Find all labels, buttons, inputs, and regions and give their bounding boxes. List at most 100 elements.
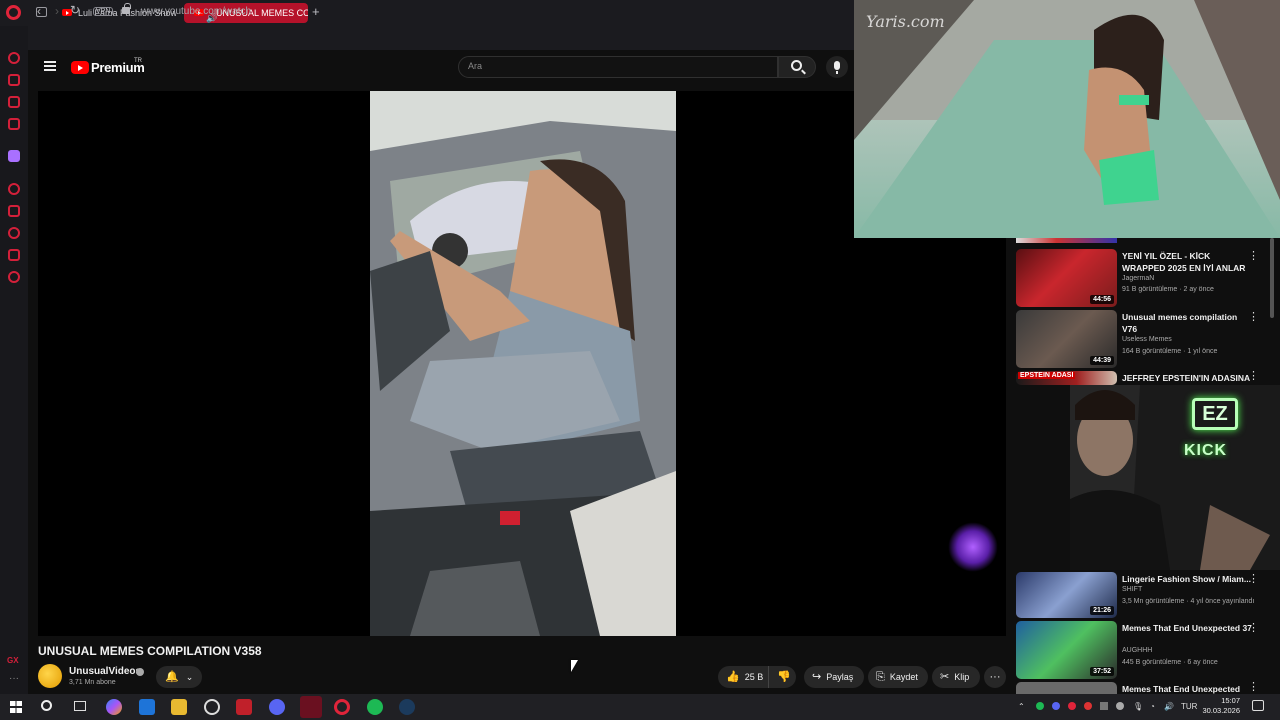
related-title[interactable]: JEFFREY EPSTEIN'IN ADASINA: [1122, 372, 1252, 384]
duration-badge: 44:56: [1090, 295, 1114, 304]
related-channel[interactable]: SHIFT: [1122, 586, 1142, 593]
video-frame[interactable]: [370, 91, 676, 636]
partial-thumbnail[interactable]: [1016, 238, 1117, 243]
channel-avatar[interactable]: [38, 664, 62, 688]
video-thumbnail[interactable]: [1016, 682, 1117, 694]
app-icon[interactable]: [139, 699, 155, 715]
verified-icon: [136, 668, 144, 676]
new-tab-button[interactable]: +: [312, 4, 320, 19]
channel-name[interactable]: UnusualVideos: [69, 666, 141, 677]
back-button[interactable]: ‹: [37, 4, 41, 18]
related-title[interactable]: Unusual memes compilation V76: [1122, 311, 1252, 335]
clip-button[interactable]: ✂ Klip: [932, 666, 980, 688]
more-options-icon[interactable]: ⋮: [1248, 251, 1259, 262]
copilot-icon[interactable]: [106, 699, 122, 715]
sidebar-messenger-icon[interactable]: [8, 96, 20, 108]
discord-tray-icon[interactable]: [1052, 702, 1060, 710]
sidebar-extensions-icon[interactable]: [8, 249, 20, 261]
related-title[interactable]: YENİ YIL ÖZEL - KİCK WRAPPED 2025 EN İYİ…: [1122, 250, 1252, 274]
taskbar-clock[interactable]: 15:07 30.03.2026: [1200, 696, 1240, 716]
voicemeeter-icon[interactable]: [236, 699, 252, 715]
tray-chevron-icon[interactable]: ⌃: [1018, 702, 1025, 711]
search-icon[interactable]: [791, 60, 802, 71]
video-thumbnail[interactable]: 21:26: [1016, 572, 1117, 618]
lock-icon[interactable]: [122, 3, 131, 14]
tray-icon[interactable]: [1100, 702, 1108, 710]
url-field[interactable]: www.youtube.com/watch: [141, 6, 251, 17]
more-actions-button[interactable]: ···: [984, 666, 1006, 688]
save-button[interactable]: ⎘ Kaydet: [868, 666, 928, 688]
microphone-tray-icon[interactable]: 🎙: [1133, 702, 1143, 711]
scissors-icon: ✂: [940, 671, 950, 683]
search-input[interactable]: [458, 56, 778, 78]
sidebar-twitch-icon[interactable]: [8, 150, 20, 162]
video-frame-art: [370, 91, 676, 636]
duration-badge: 44:39: [1090, 356, 1114, 365]
related-title[interactable]: Memes That End Unexpected: [1122, 683, 1252, 694]
related-item[interactable]: 44:56 YENİ YIL ÖZEL - KİCK WRAPPED 2025 …: [1016, 249, 1274, 309]
steam-icon[interactable]: [399, 699, 415, 715]
video-thumbnail[interactable]: 44:39: [1016, 310, 1117, 368]
related-channel[interactable]: AUGHHH: [1122, 647, 1152, 654]
search-icon[interactable]: [41, 700, 52, 711]
webcam-art: [1070, 385, 1280, 570]
sidebar-more-icon[interactable]: ···: [9, 673, 19, 684]
opera-logo-icon[interactable]: [6, 5, 21, 20]
related-item[interactable]: 37:52 Memes That End Unexpected 37 AUGHH…: [1016, 621, 1274, 681]
like-button[interactable]: 👍 25 B: [718, 666, 768, 688]
more-options-icon[interactable]: ⋮: [1248, 371, 1259, 382]
discord-icon[interactable]: [269, 699, 285, 715]
sidebar-settings-icon[interactable]: [8, 271, 20, 283]
webcam-overlay: [1070, 385, 1280, 570]
related-channel[interactable]: JagermaN: [1122, 275, 1154, 282]
microphone-icon[interactable]: [826, 56, 848, 78]
duration-badge: 37:52: [1090, 667, 1114, 676]
vpn-badge[interactable]: VPN: [93, 7, 114, 16]
volume-icon[interactable]: 🔊: [1164, 702, 1174, 711]
language-indicator[interactable]: TUR: [1181, 702, 1197, 711]
notification-bell-button[interactable]: 🔔 ⌄: [156, 666, 202, 688]
video-thumbnail[interactable]: EPSTEIN ADASI: [1016, 371, 1117, 385]
more-options-icon[interactable]: ⋮: [1248, 682, 1259, 693]
related-channel[interactable]: Useless Memes: [1122, 336, 1172, 343]
related-item[interactable]: EPSTEIN ADASI JEFFREY EPSTEIN'IN ADASINA…: [1016, 371, 1274, 385]
tray-icon[interactable]: [1084, 702, 1092, 710]
network-icon[interactable]: ◔: [1150, 702, 1155, 711]
related-meta: 164 B görüntüleme · 1 yıl önce: [1122, 348, 1218, 355]
tray-icon[interactable]: [1116, 702, 1124, 710]
related-item[interactable]: 44:39 Unusual memes compilation V76 Usel…: [1016, 310, 1274, 370]
more-options-icon[interactable]: ⋮: [1248, 623, 1259, 634]
more-options-icon[interactable]: ⋮: [1248, 574, 1259, 585]
spotify-tray-icon[interactable]: [1036, 702, 1044, 710]
file-explorer-icon[interactable]: [171, 699, 187, 715]
related-title[interactable]: Memes That End Unexpected 37: [1122, 622, 1252, 634]
windows-start-icon[interactable]: [10, 701, 22, 713]
sidebar-music-icon[interactable]: [8, 118, 20, 130]
video-thumbnail[interactable]: 37:52: [1016, 621, 1117, 679]
dislike-button[interactable]: 👎: [768, 666, 796, 688]
sidebar-shop-icon[interactable]: [8, 74, 20, 86]
notification-icon[interactable]: [1252, 700, 1264, 711]
sidebar-bookmarks-icon[interactable]: [8, 205, 20, 217]
sidebar-gx-label[interactable]: GX: [7, 656, 19, 665]
more-options-icon[interactable]: ⋮: [1248, 312, 1259, 323]
share-button[interactable]: ↪ Paylaş: [804, 666, 864, 688]
share-label: Paylaş: [826, 672, 854, 682]
opera-gx-taskbar-icon[interactable]: [300, 696, 322, 718]
related-item[interactable]: Memes That End Unexpected ⋮: [1016, 682, 1274, 694]
tray-icon[interactable]: [1068, 702, 1076, 710]
menu-icon[interactable]: [44, 61, 56, 71]
sidebar-aria-icon[interactable]: [8, 52, 20, 64]
task-view-icon[interactable]: [74, 701, 86, 711]
app-icon[interactable]: [204, 699, 220, 715]
youtube-logo-icon[interactable]: [71, 61, 89, 74]
related-title[interactable]: Lingerie Fashion Show / Miam...: [1122, 573, 1252, 585]
opera-icon[interactable]: [334, 699, 350, 715]
sidebar-player-icon[interactable]: [8, 183, 20, 195]
spotify-icon[interactable]: [367, 699, 383, 715]
video-thumbnail[interactable]: 44:56: [1016, 249, 1117, 307]
reload-button[interactable]: ↻: [70, 3, 80, 17]
forward-button[interactable]: ›: [55, 4, 59, 18]
sidebar-history-icon[interactable]: [8, 227, 20, 239]
address-bar: [28, 26, 854, 50]
